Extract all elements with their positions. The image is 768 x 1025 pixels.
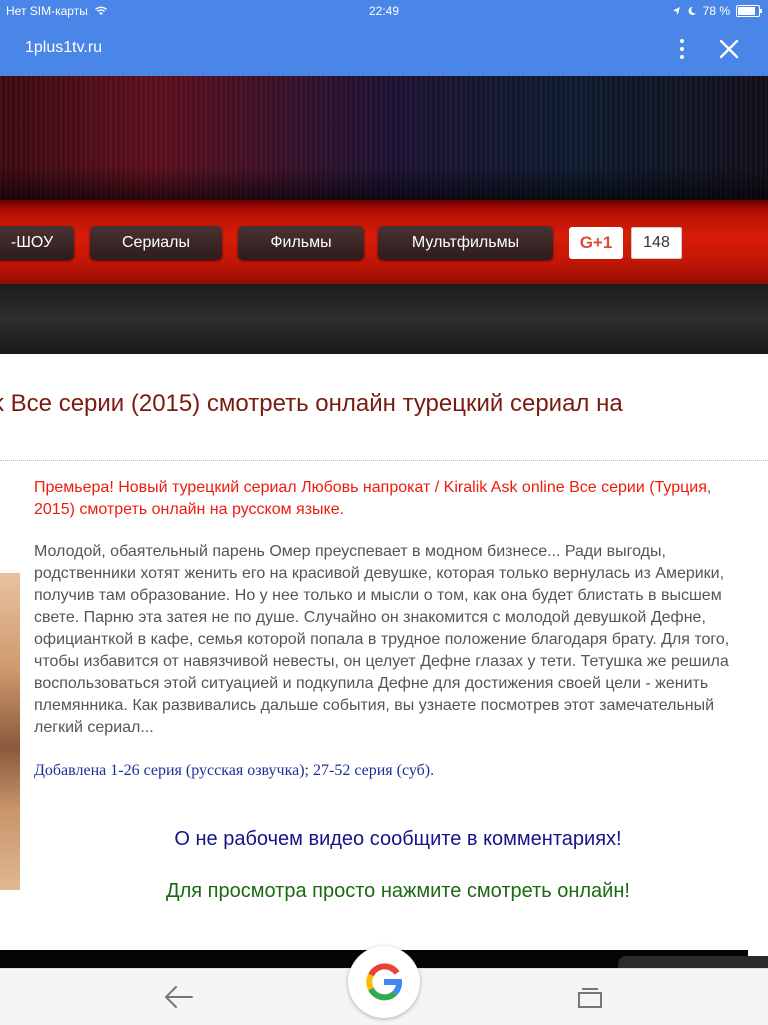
url-label: 1plus1tv.ru [25, 39, 103, 56]
more-vert-icon[interactable] [672, 35, 692, 63]
page-title: sk Все серии (2015) смотреть онлайн туре… [0, 390, 768, 430]
google-search-button[interactable] [348, 946, 420, 1018]
episodes-added-text: Добавлена 1-26 серия (русская озвучка); … [34, 762, 435, 779]
menu-dot [680, 47, 684, 51]
nav-item-serials[interactable]: Сериалы [90, 226, 222, 260]
status-time: 22:49 [368, 4, 400, 18]
nav-item-films[interactable]: Фильмы [238, 226, 364, 260]
status-right: 78 % [672, 4, 762, 18]
nav-dark-band [0, 284, 768, 354]
gplus-count: 148 [631, 227, 682, 259]
premiere-text: Премьера! Новый турецкий сериал Любовь н… [34, 479, 712, 518]
broken-video-notice: О не рабочем видео сообщите в комментари… [174, 828, 622, 850]
menu-dot [680, 39, 684, 43]
back-arrow-icon[interactable] [162, 983, 196, 1011]
site-header-banner [0, 76, 768, 206]
google-g-icon [366, 963, 402, 1001]
menu-dot [680, 55, 684, 59]
nav-item-show[interactable]: -ШОУ [0, 226, 74, 260]
moon-icon [688, 6, 696, 15]
battery-percent: 78 % [702, 4, 730, 18]
nav-item-cartoons[interactable]: Мультфильмы [378, 226, 553, 260]
gplus-button[interactable]: G+1 [569, 227, 623, 259]
tabs-icon[interactable] [575, 985, 605, 1011]
divider [0, 460, 768, 461]
page-title-text: sk Все серии (2015) смотреть онлайн туре… [0, 390, 623, 417]
custom-tab-toolbar: 1plus1tv.ru [0, 22, 768, 76]
close-icon[interactable] [716, 36, 742, 62]
watch-online-notice: Для просмотра просто нажмите смотреть он… [166, 880, 630, 902]
description-text: Молодой, обаятельный парень Омер преуспе… [34, 543, 730, 736]
location-icon [672, 7, 680, 15]
battery-fill [738, 7, 756, 15]
battery-icon [736, 5, 762, 17]
site-nav: -ШОУ Сериалы Фильмы Мультфильмы G+1 148 [0, 200, 768, 288]
status-bar: Нет SIM-карты 22:49 78 % [0, 0, 768, 22]
